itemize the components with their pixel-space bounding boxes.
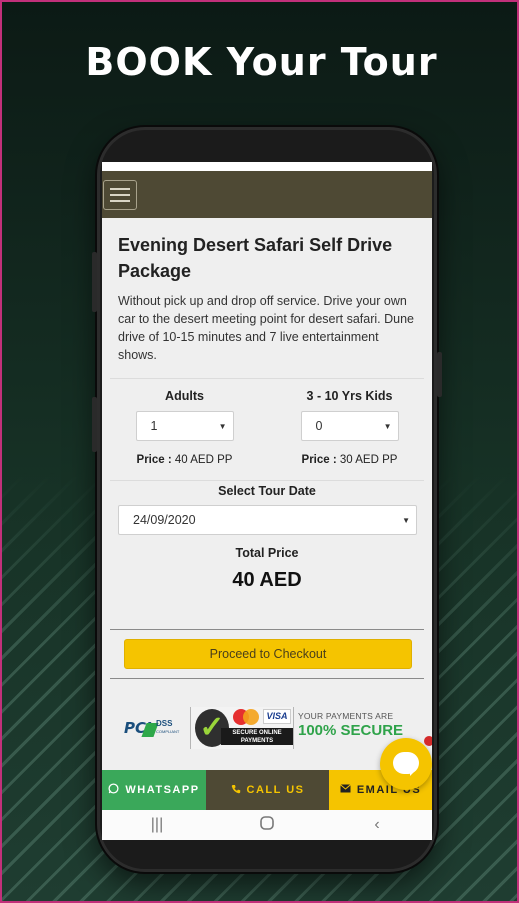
caret-down-icon: ▼ — [402, 515, 410, 525]
top-nav-bar — [102, 171, 432, 218]
adults-price-prefix: Price : — [136, 454, 172, 466]
call-us-label: CALL US — [246, 784, 305, 796]
app-screen: Evening Desert Safari Self Drive Package… — [102, 162, 432, 840]
secure-payments-seal: ✓ VISA SECURE ONLINE PAYMENTS — [190, 707, 294, 749]
adults-column: Adults 1 ▼ Price : 40 AED PP — [102, 389, 267, 466]
quantity-row: Adults 1 ▼ Price : 40 AED PP 3 - 10 Yrs … — [102, 389, 432, 466]
kids-price: Price : 30 AED PP — [267, 454, 432, 466]
adults-price: Price : 40 AED PP — [102, 454, 267, 466]
hamburger-icon[interactable] — [103, 180, 137, 210]
payments-secure-top: YOUR PAYMENTS ARE — [298, 711, 394, 721]
adults-select-value: 1 — [150, 419, 158, 433]
adults-select[interactable]: 1 ▼ — [135, 411, 234, 441]
adults-label: Adults — [165, 389, 204, 403]
chat-button[interactable] — [380, 736, 432, 790]
whatsapp-icon — [108, 783, 119, 797]
home-icon[interactable] — [247, 815, 287, 835]
promo-frame: BOOK Your Tour Evening Desert Safari Sel… — [0, 0, 519, 903]
kids-select-value: 0 — [315, 419, 323, 433]
pci-dss-text: DSS — [156, 719, 173, 728]
secure-line-1: SECURE ONLINE — [232, 730, 282, 736]
kids-price-value: 30 AED PP — [339, 454, 398, 466]
kids-label: 3 - 10 Yrs Kids — [306, 389, 393, 403]
phone-side-button — [437, 352, 442, 397]
kids-column: 3 - 10 Yrs Kids 0 ▼ Price : 30 AED PP — [267, 389, 432, 466]
phone-side-button — [92, 252, 97, 312]
phone-icon — [231, 784, 241, 797]
phone-side-button — [92, 397, 97, 452]
package-description: Without pick up and drop off service. Dr… — [118, 294, 414, 362]
android-nav-bar: ||| ‹ — [102, 810, 432, 840]
divider — [110, 678, 424, 679]
visa-logo: VISA — [263, 709, 291, 724]
pci-compliant-text: COMPLIANT — [156, 729, 180, 734]
recents-icon[interactable]: ||| — [137, 816, 177, 834]
call-us-button[interactable]: CALL US — [206, 770, 329, 810]
divider — [110, 378, 424, 379]
payments-secure-badge: YOUR PAYMENTS ARE 100% SECURE — [298, 711, 410, 739]
divider — [110, 480, 424, 481]
adults-price-value: 40 AED PP — [174, 454, 233, 466]
chat-notification-dot — [424, 736, 432, 746]
trust-badges: PCI DSS COMPLIANT ✓ VISA SECURE ONLINE P… — [102, 707, 432, 755]
kids-select[interactable]: 0 ▼ — [300, 411, 399, 441]
envelope-icon — [339, 784, 351, 796]
tour-date-select[interactable]: 24/09/2020 ▼ — [118, 505, 417, 535]
caret-down-icon: ▼ — [218, 421, 227, 431]
mastercard-logo — [233, 709, 261, 725]
payments-secure-big: 100% SECURE — [298, 722, 404, 739]
secure-line-2: PAYMENTS — [240, 738, 274, 744]
whatsapp-label: WHATSAPP — [125, 784, 200, 796]
back-icon[interactable]: ‹ — [357, 816, 397, 834]
package-title: Evening Desert Safari Self Drive Package — [118, 235, 393, 281]
tour-date-value: 24/09/2020 — [133, 513, 196, 527]
caret-down-icon: ▼ — [383, 421, 392, 431]
whatsapp-button[interactable]: WHATSAPP — [102, 770, 206, 810]
total-price-label: Total Price — [235, 546, 299, 560]
status-strip — [102, 162, 432, 171]
kids-price-prefix: Price : — [301, 454, 337, 466]
proceed-to-checkout-button[interactable]: Proceed to Checkout — [124, 639, 412, 669]
divider — [110, 629, 424, 630]
secure-online-payments-label: SECURE ONLINE PAYMENTS — [221, 728, 293, 745]
pci-dss-logo: PCI DSS COMPLIANT — [124, 719, 182, 741]
total-price-value: 40 AED — [232, 569, 302, 591]
promo-headline: BOOK Your Tour — [85, 40, 438, 84]
booking-form: Evening Desert Safari Self Drive Package… — [102, 232, 432, 755]
tour-date-label: Select Tour Date — [218, 484, 316, 498]
